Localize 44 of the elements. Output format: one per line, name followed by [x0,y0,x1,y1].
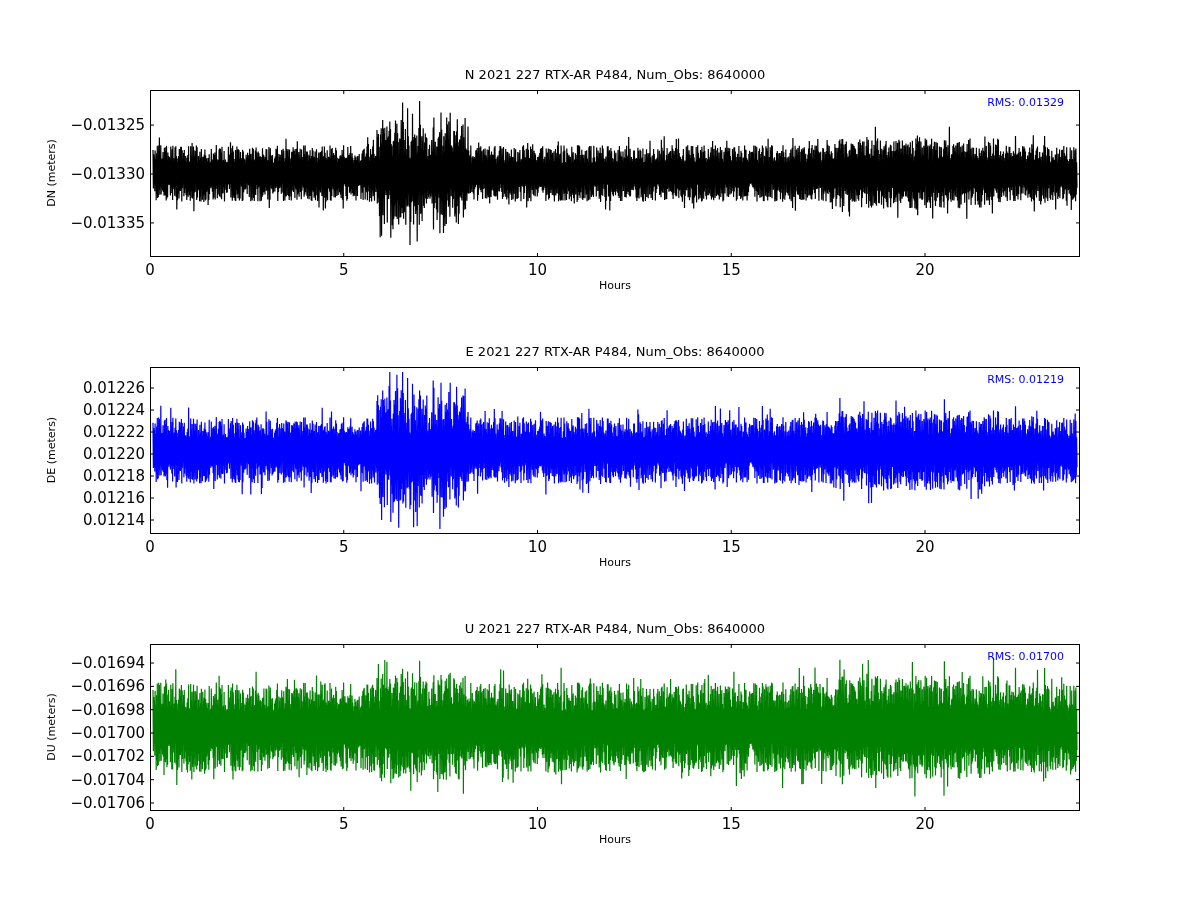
y-tick-label: −0.01698 [70,701,145,719]
x-tick-label: 0 [145,816,155,833]
y-tick-label: −0.01702 [70,747,145,765]
chart-title: N 2021 227 RTX-AR P484, Num_Obs: 8640000 [463,67,767,84]
x-axis-label: Hours [597,833,633,846]
y-tick-label: −0.01706 [70,794,145,812]
x-tick-label: 10 [527,816,548,833]
x-tick-label: 20 [915,262,935,279]
rms-label: RMS: 0.01329 [987,96,1064,109]
y-tick-label: 0.01216 [82,489,145,507]
x-tick-label: 5 [339,262,349,279]
x-tick-label: 15 [721,262,741,279]
y-tick-label: 0.01214 [82,511,145,529]
y-axis-label: DU (meters) [44,693,58,761]
rms-label: RMS: 0.01219 [987,373,1064,386]
y-tick-label: −0.01694 [70,654,145,672]
chart-title: E 2021 227 RTX-AR P484, Num_Obs: 8640000 [464,344,766,361]
y-tick-label: −0.01335 [70,214,145,232]
x-tick-label: 0 [145,539,155,556]
y-tick-label: −0.01696 [70,677,145,695]
x-axis-label: Hours [597,279,633,292]
x-tick-label: 20 [915,816,935,833]
y-tick-label: 0.01226 [82,379,145,397]
x-tick-label: 20 [915,539,935,556]
y-tick-label: 0.01218 [82,467,145,485]
rms-label: RMS: 0.01700 [987,650,1064,663]
y-tick-label: −0.01330 [70,165,145,183]
x-axis-label: Hours [597,556,633,569]
x-tick-label: 10 [527,262,548,279]
y-tick-label: −0.01325 [70,116,145,134]
chart-title: U 2021 227 RTX-AR P484, Num_Obs: 8640000 [463,621,767,638]
x-tick-label: 5 [339,539,349,556]
y-tick-label: −0.01704 [70,771,145,789]
y-tick-label: −0.01700 [70,724,145,742]
y-tick-label: 0.01222 [82,423,145,441]
y-axis-label: DN (meters) [44,139,58,207]
x-tick-label: 5 [339,816,349,833]
x-tick-label: 10 [527,539,548,556]
x-tick-label: 0 [145,262,155,279]
x-tick-label: 15 [721,816,741,833]
y-tick-label: 0.01220 [82,445,145,463]
y-tick-label: 0.01224 [82,401,145,419]
y-axis-label: DE (meters) [44,416,58,484]
x-tick-label: 15 [721,539,741,556]
